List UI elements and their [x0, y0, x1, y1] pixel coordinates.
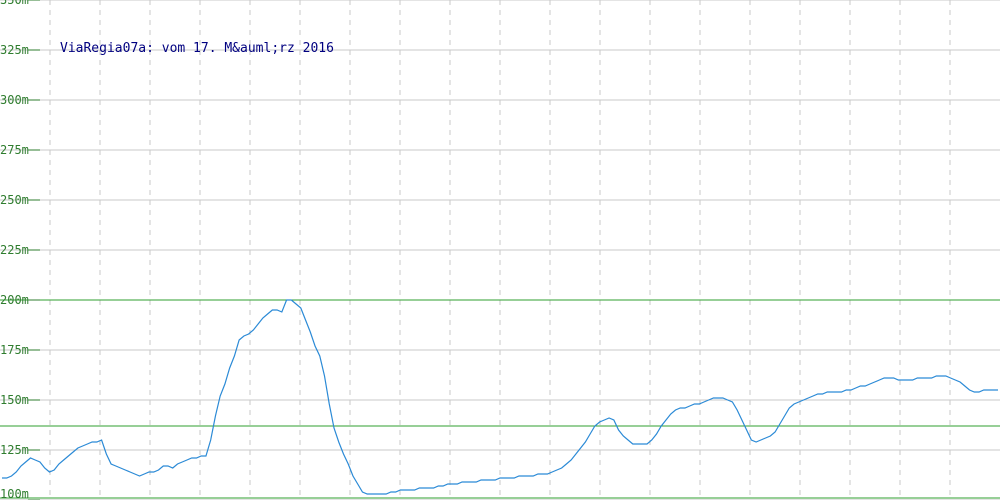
y-axis-tick-label: 275m	[0, 143, 29, 157]
y-axis-tick-label: 150m	[0, 393, 29, 407]
chart-title: ViaRegia07a: vom 17. M&auml;rz 2016	[60, 41, 334, 56]
y-axis-tick-label: 350m	[0, 0, 29, 7]
y-axis-tick-label: 125m	[0, 443, 29, 457]
y-axis-tick-label: 300m	[0, 93, 29, 107]
y-axis-tick-label: 100m	[0, 487, 29, 500]
elevation-chart: 100m 125m 150m 175m 200m 225m 250m 275m 300m 325m…	[0, 0, 1000, 500]
y-axis-tick-label: 325m	[0, 43, 29, 57]
y-axis-tick-label: 250m	[0, 193, 29, 207]
y-axis-tick-label: 175m	[0, 343, 29, 357]
chart-svg: 100m 125m 150m 175m 200m 225m 250m 275m 300m 325m…	[0, 0, 1000, 500]
grid-layer	[0, 0, 1000, 500]
y-axis-tick-label: 225m	[0, 243, 29, 257]
y-axis-tick-label: 200m	[0, 293, 29, 307]
